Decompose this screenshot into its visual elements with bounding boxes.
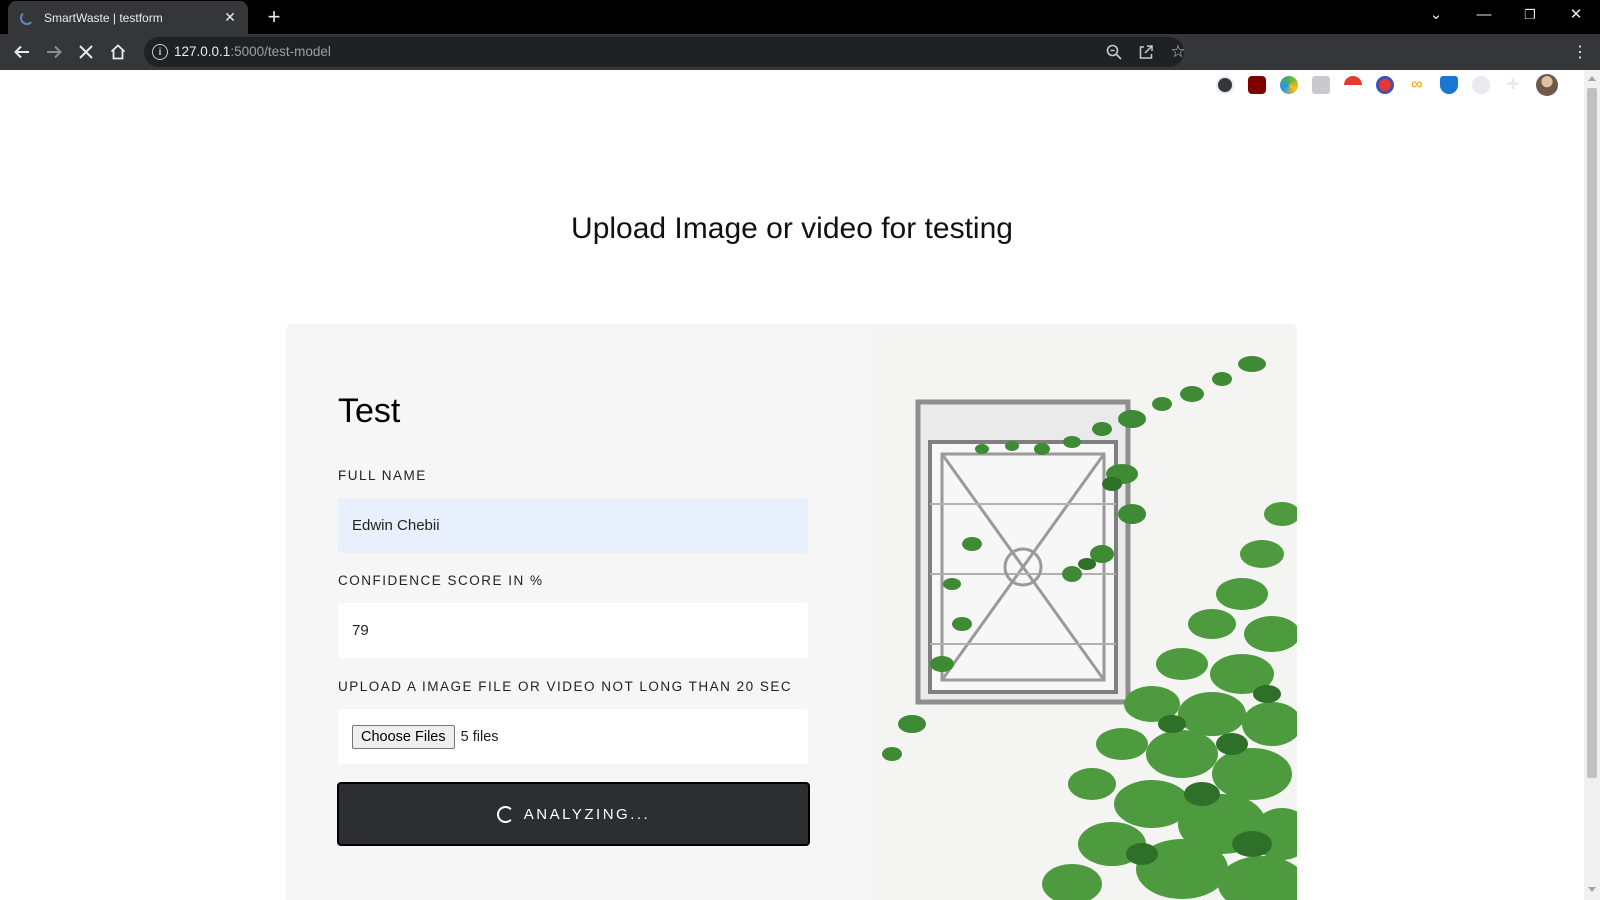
submit-button-label: ANALYZING... bbox=[523, 805, 651, 823]
file-upload-field: Choose Files 5 files bbox=[338, 709, 808, 764]
test-form-card: Test FULL NAME CONFIDENCE SCORE IN % UPL… bbox=[286, 324, 1297, 900]
scroll-down-icon[interactable] bbox=[1588, 887, 1596, 892]
tab-loading-spinner-icon bbox=[20, 10, 34, 25]
arrow-left-icon bbox=[14, 45, 29, 59]
scroll-up-icon[interactable] bbox=[1588, 76, 1596, 81]
form-title: Test bbox=[338, 392, 401, 430]
puzzle-icon[interactable]: ✚ bbox=[1504, 76, 1522, 94]
address-bar[interactable]: i 127.0.0.1:5000/test-model ☆ bbox=[144, 37, 1186, 67]
close-icon bbox=[79, 45, 93, 59]
star-icon[interactable]: ☆ bbox=[1168, 42, 1188, 62]
browser-toolbar: i 127.0.0.1:5000/test-model ☆ ∞ ✚ ⋮ bbox=[0, 34, 1600, 96]
extension-gear-icon[interactable] bbox=[1216, 76, 1234, 94]
tab-close-icon[interactable]: ✕ bbox=[222, 9, 238, 26]
ublock-icon[interactable] bbox=[1248, 76, 1266, 94]
infinity-icon[interactable]: ∞ bbox=[1408, 76, 1426, 94]
minimize-icon[interactable]: — bbox=[1472, 4, 1496, 26]
pokeball-icon[interactable] bbox=[1344, 76, 1362, 94]
close-window-icon[interactable]: ✕ bbox=[1564, 4, 1588, 26]
restore-icon[interactable]: ❐ bbox=[1518, 4, 1542, 26]
loading-spinner-icon bbox=[496, 805, 514, 823]
tab-title: SmartWaste | testform bbox=[44, 10, 163, 25]
extension-red-icon[interactable] bbox=[1376, 76, 1394, 94]
kebab-menu-icon[interactable]: ⋮ bbox=[1568, 40, 1592, 64]
confidence-score-input[interactable] bbox=[338, 603, 808, 658]
scrollbar-thumb[interactable] bbox=[1587, 88, 1597, 778]
analyze-submit-button[interactable]: ANALYZING... bbox=[337, 782, 810, 846]
back-button[interactable] bbox=[10, 40, 34, 64]
confidence-score-label: CONFIDENCE SCORE IN % bbox=[338, 573, 544, 588]
avatar[interactable] bbox=[1536, 74, 1558, 96]
new-tab-button[interactable]: + bbox=[262, 5, 286, 29]
tab-search-icon[interactable]: ⌄ bbox=[1424, 4, 1448, 26]
share-icon[interactable] bbox=[1136, 42, 1156, 62]
extension-color-icon[interactable] bbox=[1280, 76, 1298, 94]
shield-icon[interactable] bbox=[1440, 76, 1458, 94]
info-icon[interactable]: i bbox=[152, 44, 168, 60]
full-name-label: FULL NAME bbox=[338, 468, 427, 483]
page-title: Upload Image or video for testing bbox=[571, 212, 1013, 245]
zoom-icon[interactable] bbox=[1104, 42, 1124, 62]
browser-tab[interactable]: SmartWaste | testform ✕ bbox=[8, 1, 248, 34]
upload-file-label: UPLOAD A IMAGE FILE OR VIDEO NOT LONG TH… bbox=[338, 679, 793, 694]
home-button[interactable] bbox=[106, 40, 130, 64]
files-selected-count: 5 files bbox=[460, 728, 499, 745]
extension-wave-icon[interactable] bbox=[1312, 76, 1330, 94]
forward-button[interactable] bbox=[42, 40, 66, 64]
tab-strip: SmartWaste | testform ✕ + ⌄ — ❐ ✕ bbox=[0, 0, 1600, 34]
address-url[interactable]: 127.0.0.1:5000/test-model bbox=[174, 44, 331, 59]
stop-button[interactable] bbox=[74, 40, 98, 64]
choose-files-button[interactable]: Choose Files bbox=[352, 724, 455, 749]
home-icon bbox=[110, 44, 126, 60]
ivy-window-image bbox=[872, 324, 1297, 900]
extension-circle-icon[interactable] bbox=[1472, 76, 1490, 94]
arrow-right-icon bbox=[47, 45, 62, 59]
full-name-input[interactable] bbox=[338, 498, 808, 553]
